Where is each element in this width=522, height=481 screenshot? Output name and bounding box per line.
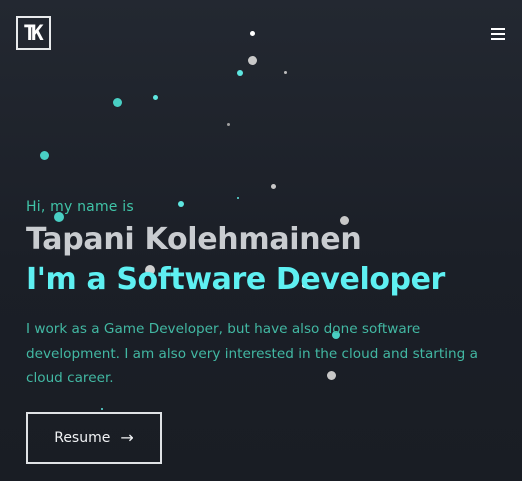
logo-text: TK [23, 20, 43, 45]
particle-dot [249, 30, 255, 36]
hero-tagline: I'm a Software Developer [26, 262, 445, 297]
particle-dot [101, 408, 103, 410]
particle-dot [226, 122, 230, 126]
hero-bio: I work as a Game Developer, but have als… [26, 321, 478, 386]
particle-dot [112, 97, 122, 107]
particle-dot [39, 150, 49, 160]
particle-dot [247, 55, 257, 65]
resume-button-label: Resume [54, 430, 111, 446]
particle-dot [237, 197, 239, 199]
resume-button[interactable]: Resume → [26, 412, 162, 464]
particle-dot [178, 201, 184, 207]
hero-greeting: Hi, my name is [26, 199, 134, 215]
particle-dot [283, 70, 287, 74]
particle-dot [270, 183, 276, 189]
site-logo[interactable]: TK [16, 16, 51, 50]
particle-dot [237, 70, 243, 76]
arrow-right-icon: → [120, 428, 134, 447]
particle-dot [152, 94, 158, 100]
hero-name: Tapani Kolehmainen [26, 222, 362, 257]
hamburger-menu-icon[interactable] [491, 28, 505, 40]
